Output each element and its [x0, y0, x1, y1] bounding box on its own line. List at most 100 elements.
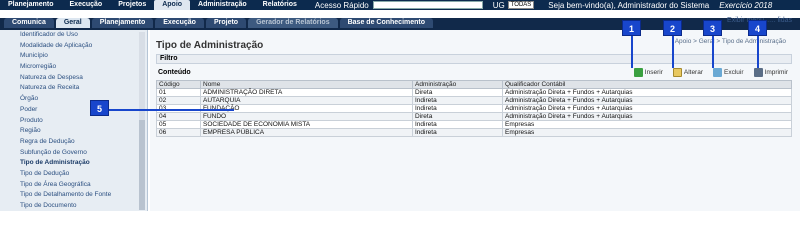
- edit-icon: [672, 68, 682, 77]
- page-title: Tipo de Administração: [156, 40, 264, 51]
- cell-nome: ADMINISTRAÇÃO DIRETA: [200, 88, 413, 97]
- callout-5: 5: [90, 100, 109, 116]
- cell-codigo: 05: [156, 120, 201, 129]
- cell-codigo: 02: [156, 96, 201, 105]
- action-bar: Inserir Alterar Excluir Imprimir: [633, 68, 788, 77]
- callout-3-line: [712, 35, 714, 68]
- cell-nome: EMPRESA PÚBLICA: [200, 128, 413, 137]
- sidebar: Identificador de Uso Modalidade de Aplic…: [0, 30, 148, 211]
- print-button[interactable]: Imprimir: [753, 68, 788, 77]
- sidebar-item[interactable]: Tipo de Dedução: [0, 169, 147, 180]
- filter-panel[interactable]: Filtro: [156, 54, 792, 64]
- quick-access-label: Acesso Rápido: [314, 0, 369, 10]
- nav-tab-apoio[interactable]: Apoio: [154, 0, 191, 10]
- callout-4-line: [757, 35, 759, 68]
- delete-label: Excluir: [724, 69, 744, 76]
- cell-qualificador: Empresas: [502, 128, 792, 137]
- ug-label: UG: [492, 0, 505, 10]
- col-header-administracao[interactable]: Administração: [412, 80, 503, 89]
- filter-label: Filtro: [160, 55, 178, 62]
- delete-button[interactable]: Excluir: [713, 68, 744, 77]
- ug-select[interactable]: TODAS: [507, 1, 535, 9]
- cell-codigo: 04: [156, 112, 201, 121]
- nav-tab-administracao[interactable]: Administração: [190, 0, 255, 10]
- sidebar-item[interactable]: Região: [0, 126, 147, 137]
- cell-nome: AUTARQUIA: [200, 96, 413, 105]
- sidebar-item[interactable]: Natureza de Receita: [0, 83, 147, 94]
- insert-label: Inserir: [644, 69, 663, 76]
- sidebar-scroll-thumb[interactable]: [139, 120, 145, 210]
- cell-qualificador: Administração Direta + Fundos + Autarqui…: [502, 88, 792, 97]
- callout-1-line: [631, 35, 633, 68]
- sidebar-item[interactable]: Regra de Dedução: [0, 137, 147, 148]
- nav-tab-execucao[interactable]: Execução: [62, 0, 111, 10]
- cell-nome: SOCIEDADE DE ECONOMIA MISTA: [200, 120, 413, 129]
- nav-tab-planejamento[interactable]: Planejamento: [0, 0, 62, 10]
- print-icon: [753, 68, 763, 77]
- col-header-qualificador[interactable]: Qualificador Contábil: [502, 80, 792, 89]
- tab-geral[interactable]: Geral: [55, 18, 90, 28]
- cell-codigo: 06: [156, 128, 201, 137]
- callout-2: 2: [663, 20, 682, 36]
- print-label: Imprimir: [764, 69, 788, 76]
- table-row[interactable]: 06 EMPRESA PÚBLICA Indireta Empresas: [156, 128, 792, 137]
- breadcrumb[interactable]: Apoio > Geral > Tipo de Administração: [675, 38, 786, 45]
- tab-planejamento[interactable]: Planejamento: [91, 18, 154, 28]
- table-row[interactable]: 05 SOCIEDADE DE ECONOMIA MISTA Indireta …: [156, 120, 792, 129]
- col-header-codigo[interactable]: Código: [156, 80, 201, 89]
- sidebar-item[interactable]: Órgão: [0, 94, 147, 105]
- nav-tab-projetos[interactable]: Projetos: [110, 0, 154, 10]
- delete-icon: [713, 68, 723, 77]
- cell-qualificador: Administração Direta + Fundos + Autarqui…: [502, 96, 792, 105]
- cell-qualificador: Empresas: [502, 120, 792, 129]
- tab-projeto[interactable]: Projeto: [205, 18, 247, 28]
- cell-administracao: Indireta: [412, 120, 503, 129]
- quick-access-input[interactable]: [372, 1, 483, 9]
- cell-administracao: Indireta: [412, 128, 503, 137]
- table-row[interactable]: 02 AUTARQUIA Indireta Administração Dire…: [156, 96, 792, 105]
- sidebar-item[interactable]: Modalidade de Aplicação: [0, 41, 147, 52]
- add-icon: [633, 68, 643, 77]
- nav-tab-relatorios[interactable]: Relatórios: [255, 0, 305, 10]
- col-header-nome[interactable]: Nome: [200, 80, 413, 89]
- sidebar-item[interactable]: Identificador de Uso: [0, 30, 147, 41]
- welcome-text: Seja bem-vindo(a), Administrador do Sist…: [548, 0, 710, 10]
- tab-comunica[interactable]: Comunica: [4, 18, 54, 28]
- sidebar-item[interactable]: Tipo de Área Geográfica: [0, 180, 147, 191]
- table-row[interactable]: 03 FUNDAÇÃO Indireta Administração Diret…: [156, 104, 792, 113]
- sidebar-item[interactable]: Município: [0, 51, 147, 62]
- sidebar-list: Identificador de Uso Modalidade de Aplic…: [0, 30, 147, 212]
- tab-base-conhecimento[interactable]: Base de Conhecimento: [339, 18, 434, 28]
- tab-gerador-relatorios[interactable]: Gerador de Relatórios: [248, 18, 338, 28]
- cell-qualificador: Administração Direta + Fundos + Autarqui…: [502, 112, 792, 121]
- edit-button[interactable]: Alterar: [672, 68, 704, 77]
- sub-tabs: Comunica Geral Planejamento Execução Pro…: [4, 18, 434, 28]
- callout-2-line: [672, 35, 674, 68]
- cell-nome: FUNDO: [200, 112, 413, 121]
- tab-execucao[interactable]: Execução: [155, 18, 204, 28]
- main-content: Tipo de Administração Apoio > Geral > Ti…: [150, 30, 800, 211]
- sidebar-item[interactable]: Tipo de Detalhamento de Fonte: [0, 190, 147, 201]
- sidebar-item[interactable]: Natureza de Despesa: [0, 73, 147, 84]
- callout-4: 4: [748, 20, 767, 36]
- cell-qualificador: Administração Direta + Fundos + Autarqui…: [502, 104, 792, 113]
- cell-administracao: Direta: [412, 112, 503, 121]
- table-row[interactable]: 01 ADMINISTRAÇÃO DIRETA Direta Administr…: [156, 88, 792, 97]
- data-table: Código Nome Administração Qualificador C…: [156, 80, 792, 137]
- insert-button[interactable]: Inserir: [633, 68, 663, 77]
- callout-3: 3: [703, 20, 722, 36]
- callout-5-line: [108, 109, 234, 111]
- cell-administracao: Indireta: [412, 104, 503, 113]
- edit-label: Alterar: [683, 69, 704, 76]
- sidebar-item[interactable]: Tipo de Documento: [0, 201, 147, 212]
- sidebar-item-current[interactable]: Tipo de Administração: [0, 158, 147, 169]
- cell-administracao: Indireta: [412, 96, 503, 105]
- table-row[interactable]: 04 FUNDO Direta Administração Direta + F…: [156, 112, 792, 121]
- callout-1: 1: [622, 20, 641, 36]
- cell-codigo: 01: [156, 88, 201, 97]
- sidebar-item[interactable]: Subfunção de Governo: [0, 148, 147, 159]
- sidebar-scrollbar[interactable]: [139, 32, 145, 210]
- cell-administracao: Direta: [412, 88, 503, 97]
- sidebar-item[interactable]: Microrregião: [0, 62, 147, 73]
- sidebar-item[interactable]: Produto: [0, 116, 147, 127]
